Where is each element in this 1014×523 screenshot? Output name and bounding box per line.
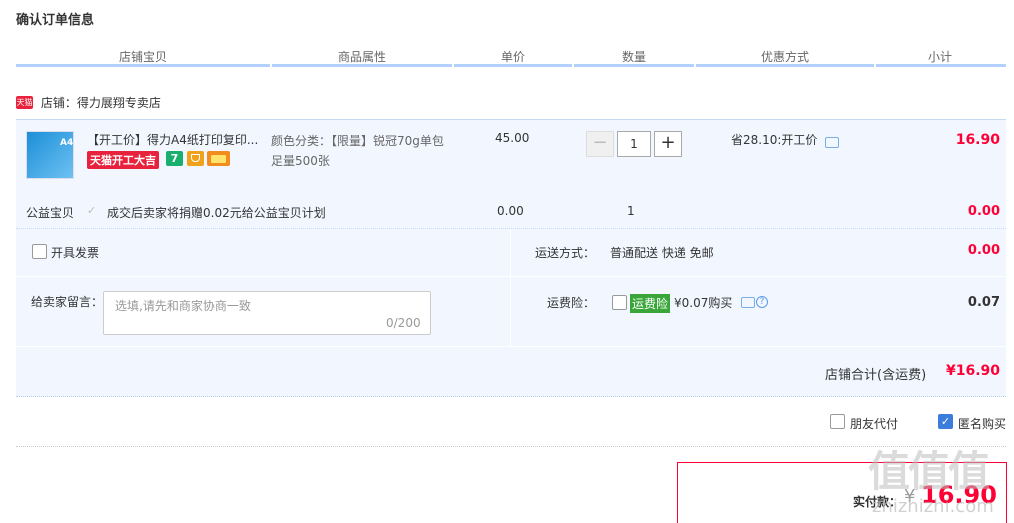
charity-description: 成交后卖家将捐赠0.02元给公益宝贝计划 [107, 206, 326, 220]
column-divider [510, 229, 511, 346]
insurance-tag: 运费险 [630, 294, 671, 313]
invoice-checkbox[interactable] [32, 244, 47, 259]
watermark-url: zhizhizhi.com [872, 496, 994, 517]
quantity-increase-button[interactable]: + [654, 131, 682, 157]
insurance-total: 0.07 [967, 295, 1000, 310]
header-divider [876, 64, 1006, 67]
quantity-input[interactable]: 1 [617, 131, 651, 157]
comment-icon[interactable] [825, 137, 839, 148]
memo-placeholder: 选填,请先和商家协商一致 [115, 299, 251, 313]
charity-quantity: 1 [627, 204, 635, 218]
product-attributes: 颜色分类：【限量】锐冠70g单包 足量500张 [271, 131, 461, 171]
tmall-icon: 天猫 [16, 96, 33, 109]
col-head-qty: 数量 [621, 50, 646, 64]
header-divider [16, 64, 270, 67]
header-divider [696, 64, 874, 67]
attr-spec: 足量500张 [271, 154, 330, 168]
product-title-link[interactable]: 【开工价】得力A4纸打印复印... [87, 131, 258, 148]
help-icon[interactable]: ? [756, 296, 768, 308]
header-divider [574, 64, 694, 67]
attr-color: 颜色分类：【限量】锐冠70g单包 [271, 134, 444, 148]
row-divider [16, 276, 1006, 277]
comment-icon[interactable] [741, 297, 755, 308]
col-head-subtotal: 小计 [927, 50, 952, 64]
guarantee-icon[interactable] [187, 151, 204, 166]
section-divider [16, 446, 1006, 447]
unit-price: 45.00 [495, 131, 530, 145]
product-thumbnail-label: A4 [60, 138, 74, 148]
col-head-item: 店铺宝贝 [118, 50, 167, 64]
anonymous-checkbox[interactable]: ✓ [938, 414, 953, 429]
header-divider [272, 64, 452, 67]
page-title: 确认订单信息 [16, 13, 95, 28]
insurance-label: 运费险： [547, 296, 596, 310]
insurance-checkbox[interactable] [612, 295, 627, 310]
row-divider [16, 346, 1006, 347]
charity-checkbox: ✓ [87, 204, 97, 217]
col-head-discount: 优惠方式 [760, 50, 809, 64]
header-divider [454, 64, 572, 67]
watermark-logo: 值值值 [868, 447, 990, 496]
insurance-price: ¥0.07购买 [674, 296, 733, 310]
col-head-attr: 商品属性 [337, 50, 386, 64]
shipping-method[interactable]: 普通配送 快递 免邮 [610, 244, 714, 261]
credit-card-icon[interactable] [207, 151, 230, 166]
shipping-total: 0.00 [967, 243, 1000, 258]
charity-total: 0.00 [967, 204, 1000, 219]
shop-name-link[interactable]: 店铺：得力展翔专卖店 [41, 96, 161, 110]
promo-tag: 天猫开工大吉 [87, 151, 159, 169]
seven-day-return-icon[interactable]: 7 [166, 151, 183, 166]
item-subtotal: 16.90 [955, 132, 1000, 148]
charity-price: 0.00 [497, 204, 524, 218]
shipping-label: 运送方式： [535, 246, 596, 260]
friend-pay-checkbox[interactable] [830, 414, 845, 429]
anonymous-label[interactable]: 匿名购买 [958, 415, 1006, 432]
memo-char-count: 0/200 [386, 316, 421, 330]
shop-row: 天猫 店铺：得力展翔专卖店 [16, 94, 161, 111]
friend-pay-label[interactable]: 朋友代付 [850, 415, 898, 432]
charity-label: 公益宝贝 [26, 206, 75, 220]
invoice-label[interactable]: 开具发票 [51, 244, 99, 261]
quantity-decrease-button[interactable]: − [586, 131, 614, 157]
discount-text: 省28.10:开工价 [731, 133, 818, 147]
col-head-price: 单价 [500, 50, 525, 64]
shop-total-value: ¥16.90 [945, 363, 1000, 379]
memo-label: 给卖家留言： [31, 295, 104, 309]
shop-total-label: 店铺合计(含运费) [825, 368, 927, 383]
